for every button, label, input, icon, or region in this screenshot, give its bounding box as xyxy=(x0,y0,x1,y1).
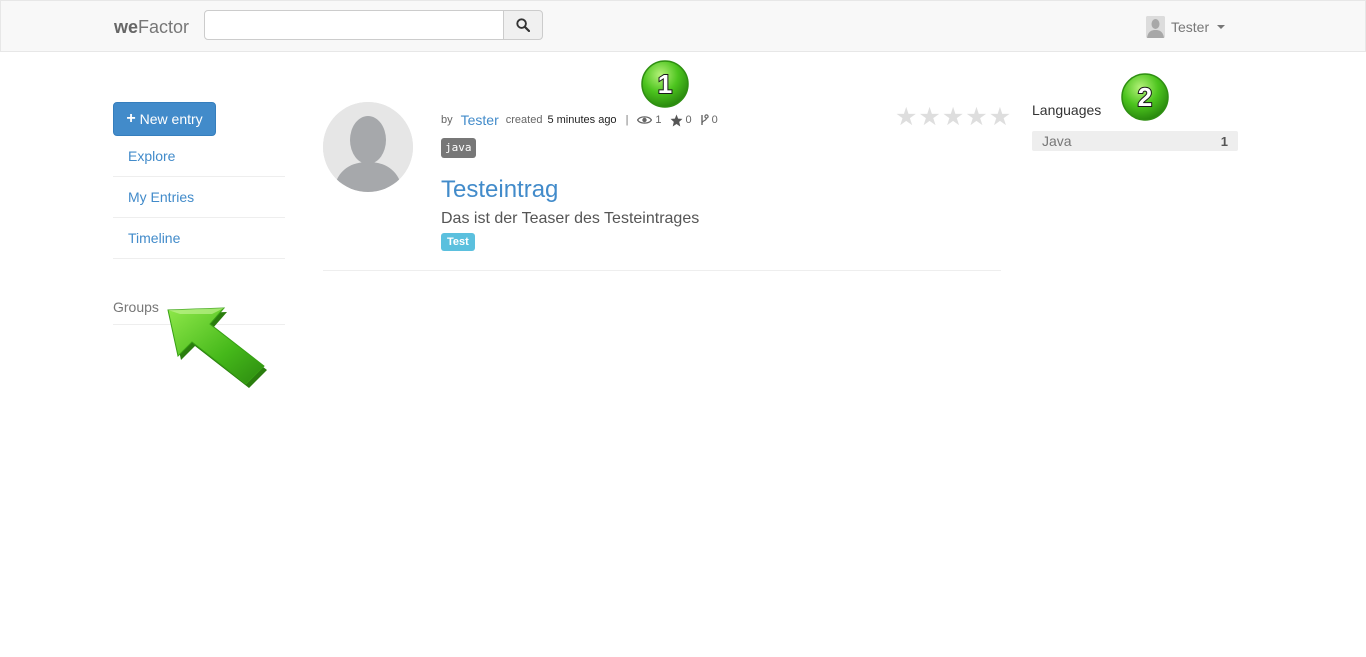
language-filter-item[interactable]: Java 1 xyxy=(1032,131,1238,151)
rating-star-icon[interactable]: ★ xyxy=(989,104,1011,130)
entry-title-link[interactable]: Testeintrag xyxy=(441,176,558,204)
forks-count: 0 xyxy=(711,114,718,126)
created-time: 5 minutes ago xyxy=(547,114,617,126)
views-stat: 1 xyxy=(637,114,662,126)
tag-badge[interactable]: Test xyxy=(441,233,475,251)
rating-star-icon[interactable]: ★ xyxy=(942,104,964,130)
entry-teaser: Das ist der Teaser des Testeintrages xyxy=(441,210,700,227)
callout-2-number: 2 xyxy=(1138,82,1152,112)
entry-author-avatar xyxy=(323,102,413,192)
eye-icon xyxy=(637,116,653,124)
star-rating[interactable]: ★ ★ ★ ★ ★ xyxy=(895,104,1011,130)
chevron-down-icon xyxy=(1217,25,1226,29)
views-count: 1 xyxy=(655,114,662,126)
search-icon xyxy=(516,18,530,32)
rating-star-icon[interactable]: ★ xyxy=(965,104,987,130)
search-input[interactable] xyxy=(204,10,504,40)
callout-marker-1: 1 xyxy=(641,60,689,108)
brand-logo[interactable]: weFactor xyxy=(114,17,189,38)
by-label: by xyxy=(441,114,453,126)
new-entry-button[interactable]: + New entry xyxy=(113,102,216,136)
forks-stat: 0 xyxy=(700,114,718,126)
languages-heading: Languages xyxy=(1032,102,1102,118)
entry-divider xyxy=(323,270,1001,271)
entry-meta: by Tester created 5 minutes ago | 1 0 0 xyxy=(441,112,726,128)
search-button[interactable] xyxy=(503,10,543,40)
sidebar-item-timeline[interactable]: Timeline xyxy=(113,218,285,259)
sidebar-nav: Explore My Entries Timeline xyxy=(113,136,285,259)
user-avatar xyxy=(1146,16,1165,38)
new-entry-label: New entry xyxy=(139,111,203,127)
fork-icon xyxy=(700,114,709,125)
meta-separator: | xyxy=(625,114,629,126)
stars-stat: 0 xyxy=(670,114,692,127)
callout-1-number: 1 xyxy=(658,69,672,99)
arrow-pointer-icon xyxy=(167,307,267,388)
language-name: Java xyxy=(1042,133,1072,149)
sidebar-item-my-entries[interactable]: My Entries xyxy=(113,177,285,218)
user-name: Tester xyxy=(1171,19,1210,35)
created-label: created xyxy=(505,114,543,126)
user-silhouette-icon xyxy=(323,102,413,192)
language-badge[interactable]: java xyxy=(441,138,476,158)
callout-marker-2: 2 xyxy=(1121,73,1169,121)
top-navbar: weFactor Tester xyxy=(0,0,1366,52)
sidebar-item-explore[interactable]: Explore xyxy=(113,136,285,177)
rating-star-icon[interactable]: ★ xyxy=(918,104,940,130)
star-icon xyxy=(670,114,683,126)
brand-rest-text: Factor xyxy=(138,17,190,37)
plus-icon: + xyxy=(126,110,136,127)
stars-count: 0 xyxy=(685,114,692,126)
brand-bold-text: we xyxy=(114,17,139,37)
rating-star-icon[interactable]: ★ xyxy=(895,104,917,130)
user-menu-dropdown[interactable]: Tester xyxy=(1146,15,1226,39)
entry-author-link[interactable]: Tester xyxy=(461,112,499,128)
language-count: 1 xyxy=(1220,133,1228,149)
